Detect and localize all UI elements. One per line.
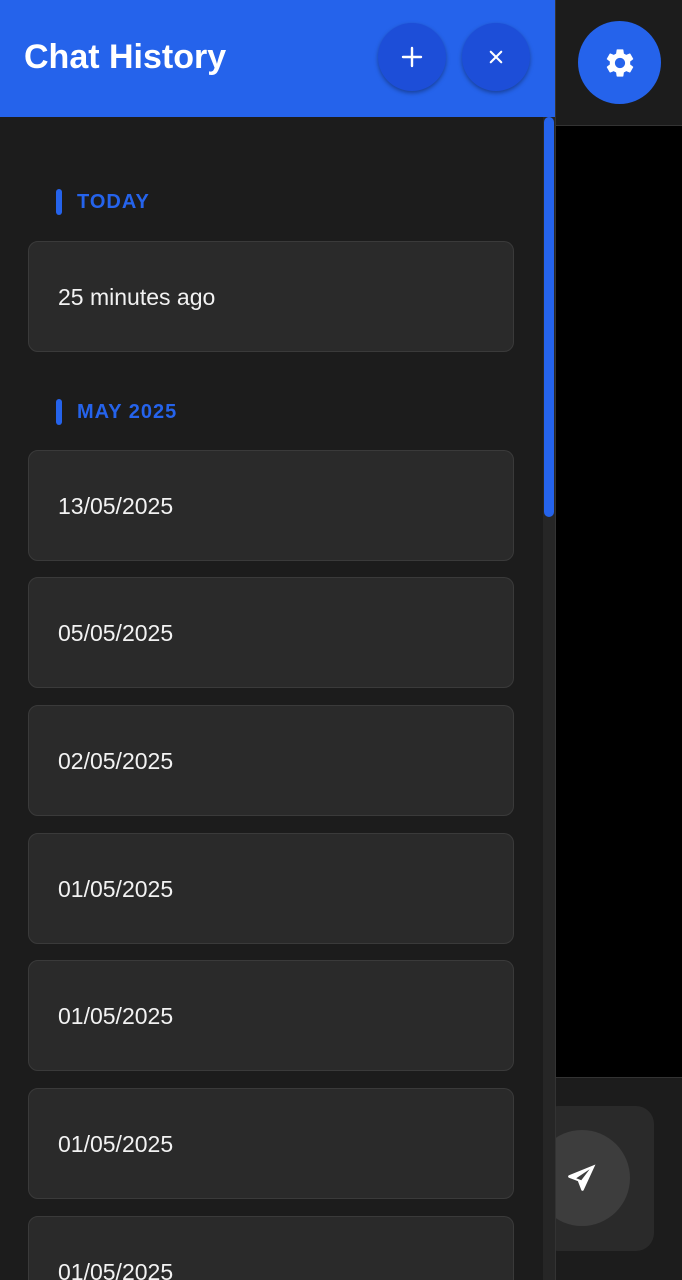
chat-history-item[interactable]: 01/05/2025 bbox=[28, 1216, 514, 1280]
chat-history-item[interactable]: 01/05/2025 bbox=[28, 1088, 514, 1199]
app: Chat History TODAY 25 minutes ago MAY 20… bbox=[0, 0, 682, 1280]
chat-item-label: 25 minutes ago bbox=[58, 284, 216, 310]
chat-item-label: 01/05/2025 bbox=[58, 876, 174, 902]
chat-area bbox=[555, 126, 682, 1077]
chat-item-label: 13/05/2025 bbox=[58, 493, 174, 519]
chat-item-label: 01/05/2025 bbox=[58, 1003, 174, 1029]
close-icon bbox=[489, 50, 503, 64]
chat-history-drawer: Chat History TODAY 25 minutes ago MAY 20… bbox=[0, 0, 556, 1280]
close-drawer-button[interactable] bbox=[462, 23, 530, 91]
section-may-2025: MAY 2025 bbox=[56, 399, 177, 425]
chat-history-item[interactable]: 25 minutes ago bbox=[28, 241, 514, 352]
history-list[interactable]: TODAY 25 minutes ago MAY 2025 13/05/2025… bbox=[0, 117, 555, 1280]
chat-history-item[interactable]: 01/05/2025 bbox=[28, 833, 514, 944]
section-label: MAY 2025 bbox=[77, 400, 178, 423]
settings-button[interactable] bbox=[578, 21, 661, 104]
section-label: TODAY bbox=[77, 190, 150, 213]
drawer-title: Chat History bbox=[24, 38, 227, 76]
chat-history-item[interactable]: 05/05/2025 bbox=[28, 577, 514, 688]
gear-icon bbox=[606, 48, 633, 77]
drawer-header: Chat History bbox=[0, 0, 555, 117]
new-chat-button[interactable] bbox=[378, 23, 446, 91]
scrollbar-thumb[interactable] bbox=[544, 117, 554, 517]
chat-history-item[interactable]: 02/05/2025 bbox=[28, 705, 514, 816]
chat-item-label: 05/05/2025 bbox=[58, 620, 174, 646]
chat-item-label: 01/05/2025 bbox=[58, 1259, 174, 1280]
plus-icon bbox=[401, 46, 423, 68]
chat-item-label: 01/05/2025 bbox=[58, 1131, 174, 1157]
chat-item-label: 02/05/2025 bbox=[58, 748, 174, 774]
chat-history-item[interactable]: 13/05/2025 bbox=[28, 450, 514, 561]
paper-plane-icon bbox=[568, 1164, 596, 1191]
section-marker bbox=[56, 399, 62, 425]
section-marker bbox=[56, 189, 62, 215]
section-today: TODAY bbox=[56, 189, 150, 215]
chat-history-item[interactable]: 01/05/2025 bbox=[28, 960, 514, 1071]
